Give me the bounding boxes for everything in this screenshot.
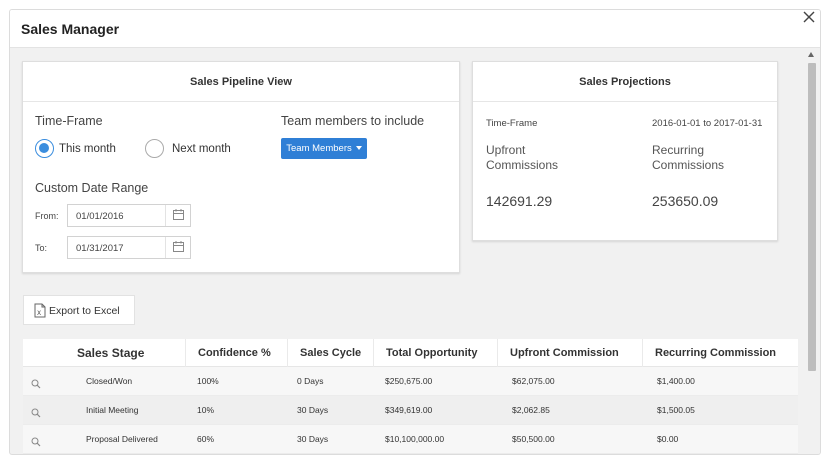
radio-checked-icon[interactable] [35,139,54,158]
cell-recurring-commission: $1,400.00 [657,376,695,386]
cell-upfront-commission: $50,500.00 [512,434,555,444]
projections-card-title: Sales Projections [473,62,777,102]
team-members-dropdown-button[interactable]: Team Members [281,138,367,159]
caret-down-icon [355,146,362,151]
from-date-input[interactable]: 01/01/2016 [67,204,191,227]
cell-sales-stage: Proposal Delivered [86,434,158,444]
svg-text:X: X [37,310,41,317]
table-header-row: Sales Stage Confidence % Sales Cycle Tot… [23,339,798,367]
cell-upfront-commission: $62,075.00 [512,376,555,386]
export-to-excel-label: Export to Excel [49,305,120,317]
projections-timeframe-label: Time-Frame [486,118,538,129]
vertical-scrollbar[interactable] [804,49,820,454]
cell-total-opportunity: $10,100,000.00 [385,434,445,444]
table-row[interactable]: Initial Meeting 10% 30 Days $349,619.00 … [23,396,798,425]
dialog-content: Sales Pipeline View Time-Frame This mont… [10,49,805,454]
calendar-icon[interactable] [165,205,190,226]
radio-this-month[interactable]: This month [35,139,116,158]
dialog-title: Sales Manager [21,21,120,37]
recurring-label-line1: Recurring [652,143,705,157]
export-to-excel-button[interactable]: X Export to Excel [23,295,135,325]
cell-sales-stage: Initial Meeting [86,405,139,415]
excel-file-icon: X [34,303,46,321]
cell-confidence: 100% [197,376,219,386]
sales-pipeline-card: Sales Pipeline View Time-Frame This mont… [22,61,460,273]
scrollbar-thumb[interactable] [808,63,816,371]
cell-confidence: 60% [197,434,215,444]
dialog-header: Sales Manager [10,10,820,48]
from-date-value: 01/01/2016 [76,211,124,222]
custom-date-range-label: Custom Date Range [35,181,149,195]
recurring-commissions-label: Recurring Commissions [652,143,724,173]
close-icon[interactable] [800,8,818,26]
projections-timeframe-value: 2016-01-01 to 2017-01-31 [652,118,763,129]
header-recurring-commission[interactable]: Recurring Commission [642,339,798,367]
radio-next-month-label: Next month [172,142,231,155]
header-total-opportunity[interactable]: Total Opportunity [373,339,497,367]
pipeline-card-title: Sales Pipeline View [23,62,459,102]
cell-total-opportunity: $250,675.00 [385,376,433,386]
upfront-commissions-label: Upfront Commissions [486,143,558,173]
upfront-label-line1: Upfront [486,143,526,157]
cell-sales-stage: Closed/Won [86,376,133,386]
cell-sales-cycle: 0 Days [297,376,324,386]
header-sales-cycle[interactable]: Sales Cycle [287,339,373,367]
table-row[interactable]: Proposal Delivered 60% 30 Days $10,100,0… [23,425,798,454]
scroll-up-arrow-icon[interactable] [808,52,814,57]
header-sales-stage[interactable]: Sales Stage [63,339,185,367]
close-button[interactable] [800,8,818,26]
cell-sales-cycle: 30 Days [297,405,329,415]
sales-manager-dialog: Sales Manager Sales Pipeline View Time-F… [9,9,821,455]
sales-stage-table: Sales Stage Confidence % Sales Cycle Tot… [23,339,798,454]
timeframe-label: Time-Frame [35,114,103,128]
to-date-value: 01/31/2017 [76,243,124,254]
header-confidence[interactable]: Confidence % [185,339,287,367]
to-label: To: [35,243,48,253]
radio-unchecked-icon[interactable] [145,139,164,158]
recurring-commissions-value: 253650.09 [652,193,719,209]
magnifier-icon[interactable] [31,434,41,452]
team-members-label: Team members to include [281,114,425,128]
upfront-label-line2: Commissions [486,158,559,172]
recurring-label-line2: Commissions [652,158,725,172]
cell-upfront-commission: $2,062.85 [512,405,550,415]
sales-projections-card: Sales Projections Time-Frame 2016-01-01 … [472,61,778,241]
cell-recurring-commission: $1,500.05 [657,405,695,415]
table-row[interactable]: Closed/Won 100% 0 Days $250,675.00 $62,0… [23,367,798,396]
cell-confidence: 10% [197,405,215,415]
to-date-input[interactable]: 01/31/2017 [67,236,191,259]
from-label: From: [35,211,59,221]
radio-next-month[interactable]: Next month [145,139,231,158]
header-upfront-commission[interactable]: Upfront Commission [497,339,642,367]
team-members-button-label: Team Members [286,143,352,154]
calendar-icon[interactable] [165,237,190,258]
cell-recurring-commission: $0.00 [657,434,679,444]
upfront-commissions-value: 142691.29 [486,193,553,209]
magnifier-icon[interactable] [31,405,41,423]
cell-total-opportunity: $349,619.00 [385,405,433,415]
cell-sales-cycle: 30 Days [297,434,329,444]
radio-this-month-label: This month [59,142,116,155]
magnifier-icon[interactable] [31,376,41,394]
